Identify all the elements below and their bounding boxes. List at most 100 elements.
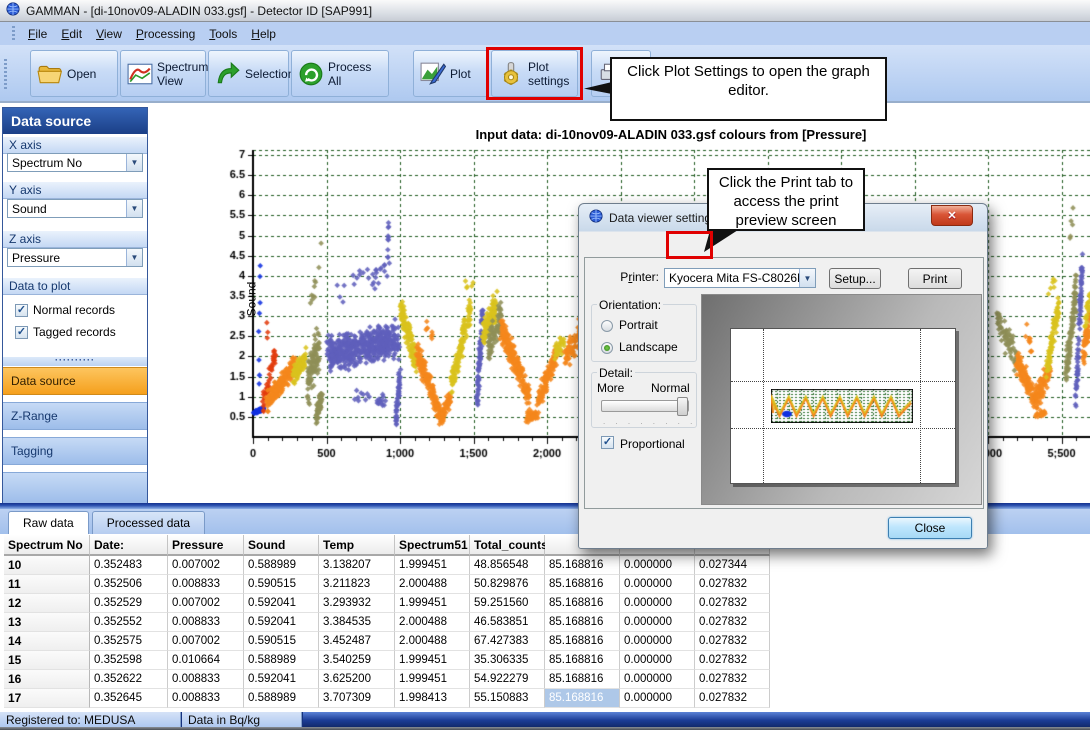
toolbar-button-plot-settings[interactable]: Plot settings (491, 50, 578, 97)
table-cell[interactable]: 48.856548 (470, 556, 545, 575)
table-cell[interactable]: 0.000000 (620, 575, 695, 594)
row-header-cell[interactable]: 12 (4, 594, 90, 613)
column-header-sound[interactable]: Sound (244, 535, 319, 556)
table-cell[interactable]: 3.211823 (319, 575, 395, 594)
toolbar-button-selection[interactable]: Selection (208, 50, 289, 97)
sidebar-item-data-source[interactable]: Data source (3, 367, 147, 395)
sidebar-item-tagging[interactable]: Tagging (3, 437, 147, 465)
menu-item-tools[interactable]: Tools (202, 24, 244, 44)
table-cell[interactable]: 0.027832 (695, 613, 770, 632)
table-cell[interactable]: 0.027344 (695, 556, 770, 575)
table-cell[interactable]: 85.168816 (545, 689, 620, 708)
table-cell[interactable]: 0.590515 (244, 575, 319, 594)
table-cell[interactable]: 0.352575 (90, 632, 168, 651)
table-cell[interactable]: 0.352552 (90, 613, 168, 632)
row-header-cell[interactable]: 17 (4, 689, 90, 708)
dialog-close-button[interactable]: ✕ (931, 205, 973, 226)
z-axis-dropdown[interactable]: Pressure▼ (7, 248, 143, 267)
toolbar-button-spectrum-view[interactable]: Spectrum View (120, 50, 206, 97)
detail-slider-thumb[interactable] (677, 397, 688, 416)
row-header-cell[interactable]: 15 (4, 651, 90, 670)
y-axis-dropdown[interactable]: Sound▼ (7, 199, 143, 218)
menu-item-help[interactable]: Help (244, 24, 283, 44)
proportional-label[interactable]: Proportional (620, 437, 685, 451)
table-cell[interactable]: 3.452487 (319, 632, 395, 651)
table-cell[interactable]: 85.168816 (545, 651, 620, 670)
table-cell[interactable]: 2.000488 (395, 632, 470, 651)
table-cell[interactable]: 0.000000 (620, 632, 695, 651)
table-cell[interactable]: 0.592041 (244, 613, 319, 632)
close-button[interactable]: Close (888, 517, 972, 539)
table-cell[interactable]: 0.027832 (695, 651, 770, 670)
detail-slider[interactable] (601, 400, 689, 412)
table-cell[interactable]: 0.008833 (168, 670, 244, 689)
menu-item-processing[interactable]: Processing (129, 24, 202, 44)
menu-item-view[interactable]: View (89, 24, 129, 44)
portrait-label[interactable]: Portrait (619, 318, 658, 332)
table-cell[interactable]: 3.293932 (319, 594, 395, 613)
table-cell[interactable]: 85.168816 (545, 670, 620, 689)
table-cell[interactable]: 59.251560 (470, 594, 545, 613)
column-header-total-counts[interactable]: Total_counts (470, 535, 545, 556)
table-cell[interactable]: 0.008833 (168, 575, 244, 594)
table-cell[interactable]: 0.010664 (168, 651, 244, 670)
table-cell[interactable]: 0.352483 (90, 556, 168, 575)
table-cell[interactable]: 3.138207 (319, 556, 395, 575)
table-cell[interactable]: 0.008833 (168, 689, 244, 708)
toolbar-grip-handle[interactable] (4, 59, 7, 89)
table-cell[interactable]: 2.000488 (395, 613, 470, 632)
portrait-radio[interactable] (601, 320, 613, 332)
table-cell[interactable]: 85.168816 (545, 632, 620, 651)
table-cell[interactable]: 2.000488 (395, 575, 470, 594)
table-cell[interactable]: 0.027832 (695, 632, 770, 651)
row-header-cell[interactable]: 10 (4, 556, 90, 575)
print-button[interactable]: Print (908, 268, 962, 289)
sidebar-splitter-handle[interactable]: ·········· (3, 357, 147, 366)
table-cell[interactable]: 0.000000 (620, 556, 695, 575)
table-cell[interactable]: 0.588989 (244, 556, 319, 575)
table-cell[interactable]: 0.000000 (620, 613, 695, 632)
landscape-label[interactable]: Landscape (619, 340, 678, 354)
normal-records-checkbox-row[interactable]: ✓Normal records (15, 303, 115, 317)
table-cell[interactable]: 85.168816 (545, 575, 620, 594)
toolbar-button-open[interactable]: Open (30, 50, 118, 97)
row-header-cell[interactable]: 11 (4, 575, 90, 594)
table-cell[interactable]: 1.999451 (395, 594, 470, 613)
table-cell[interactable]: 0.027832 (695, 594, 770, 613)
column-header-date-[interactable]: Date: (90, 535, 168, 556)
row-header-cell[interactable]: 14 (4, 632, 90, 651)
table-cell[interactable]: 0.027832 (695, 575, 770, 594)
table-cell[interactable]: 0.588989 (244, 651, 319, 670)
toolbar-button-process-all[interactable]: Process All (291, 50, 389, 97)
table-cell[interactable]: 85.168816 (545, 613, 620, 632)
table-cell[interactable]: 3.625200 (319, 670, 395, 689)
table-cell[interactable]: 0.352598 (90, 651, 168, 670)
column-header-spectrum51[interactable]: Spectrum51 (395, 535, 470, 556)
table-cell[interactable]: 3.540259 (319, 651, 395, 670)
x-axis-dropdown[interactable]: Spectrum No▼ (7, 153, 143, 172)
table-cell[interactable]: 0.027832 (695, 670, 770, 689)
table-cell[interactable]: 35.306335 (470, 651, 545, 670)
table-cell[interactable]: 0.590515 (244, 632, 319, 651)
table-cell[interactable]: 85.168816 (545, 594, 620, 613)
table-cell[interactable]: 0.008833 (168, 613, 244, 632)
sidebar-item-z-range[interactable]: Z-Range (3, 402, 147, 430)
column-header-temp[interactable]: Temp (319, 535, 395, 556)
table-cell[interactable]: 0.588989 (244, 689, 319, 708)
table-cell[interactable]: 46.583851 (470, 613, 545, 632)
checkbox-icon[interactable]: ✓ (15, 326, 28, 339)
table-cell[interactable]: 0.007002 (168, 594, 244, 613)
table-cell[interactable]: 1.999451 (395, 651, 470, 670)
table-cell[interactable]: 67.427383 (470, 632, 545, 651)
table-cell[interactable]: 55.150883 (470, 689, 545, 708)
table-cell[interactable]: 0.000000 (620, 670, 695, 689)
table-cell[interactable]: 0.027832 (695, 689, 770, 708)
proportional-checkbox[interactable]: ✓ (601, 436, 614, 449)
table-cell[interactable]: 3.384535 (319, 613, 395, 632)
table-cell[interactable]: 0.000000 (620, 594, 695, 613)
setup-button[interactable]: Setup... (829, 268, 881, 289)
table-cell[interactable]: 50.829876 (470, 575, 545, 594)
row-header-cell[interactable]: 16 (4, 670, 90, 689)
menu-item-edit[interactable]: Edit (54, 24, 89, 44)
table-cell[interactable]: 0.007002 (168, 556, 244, 575)
